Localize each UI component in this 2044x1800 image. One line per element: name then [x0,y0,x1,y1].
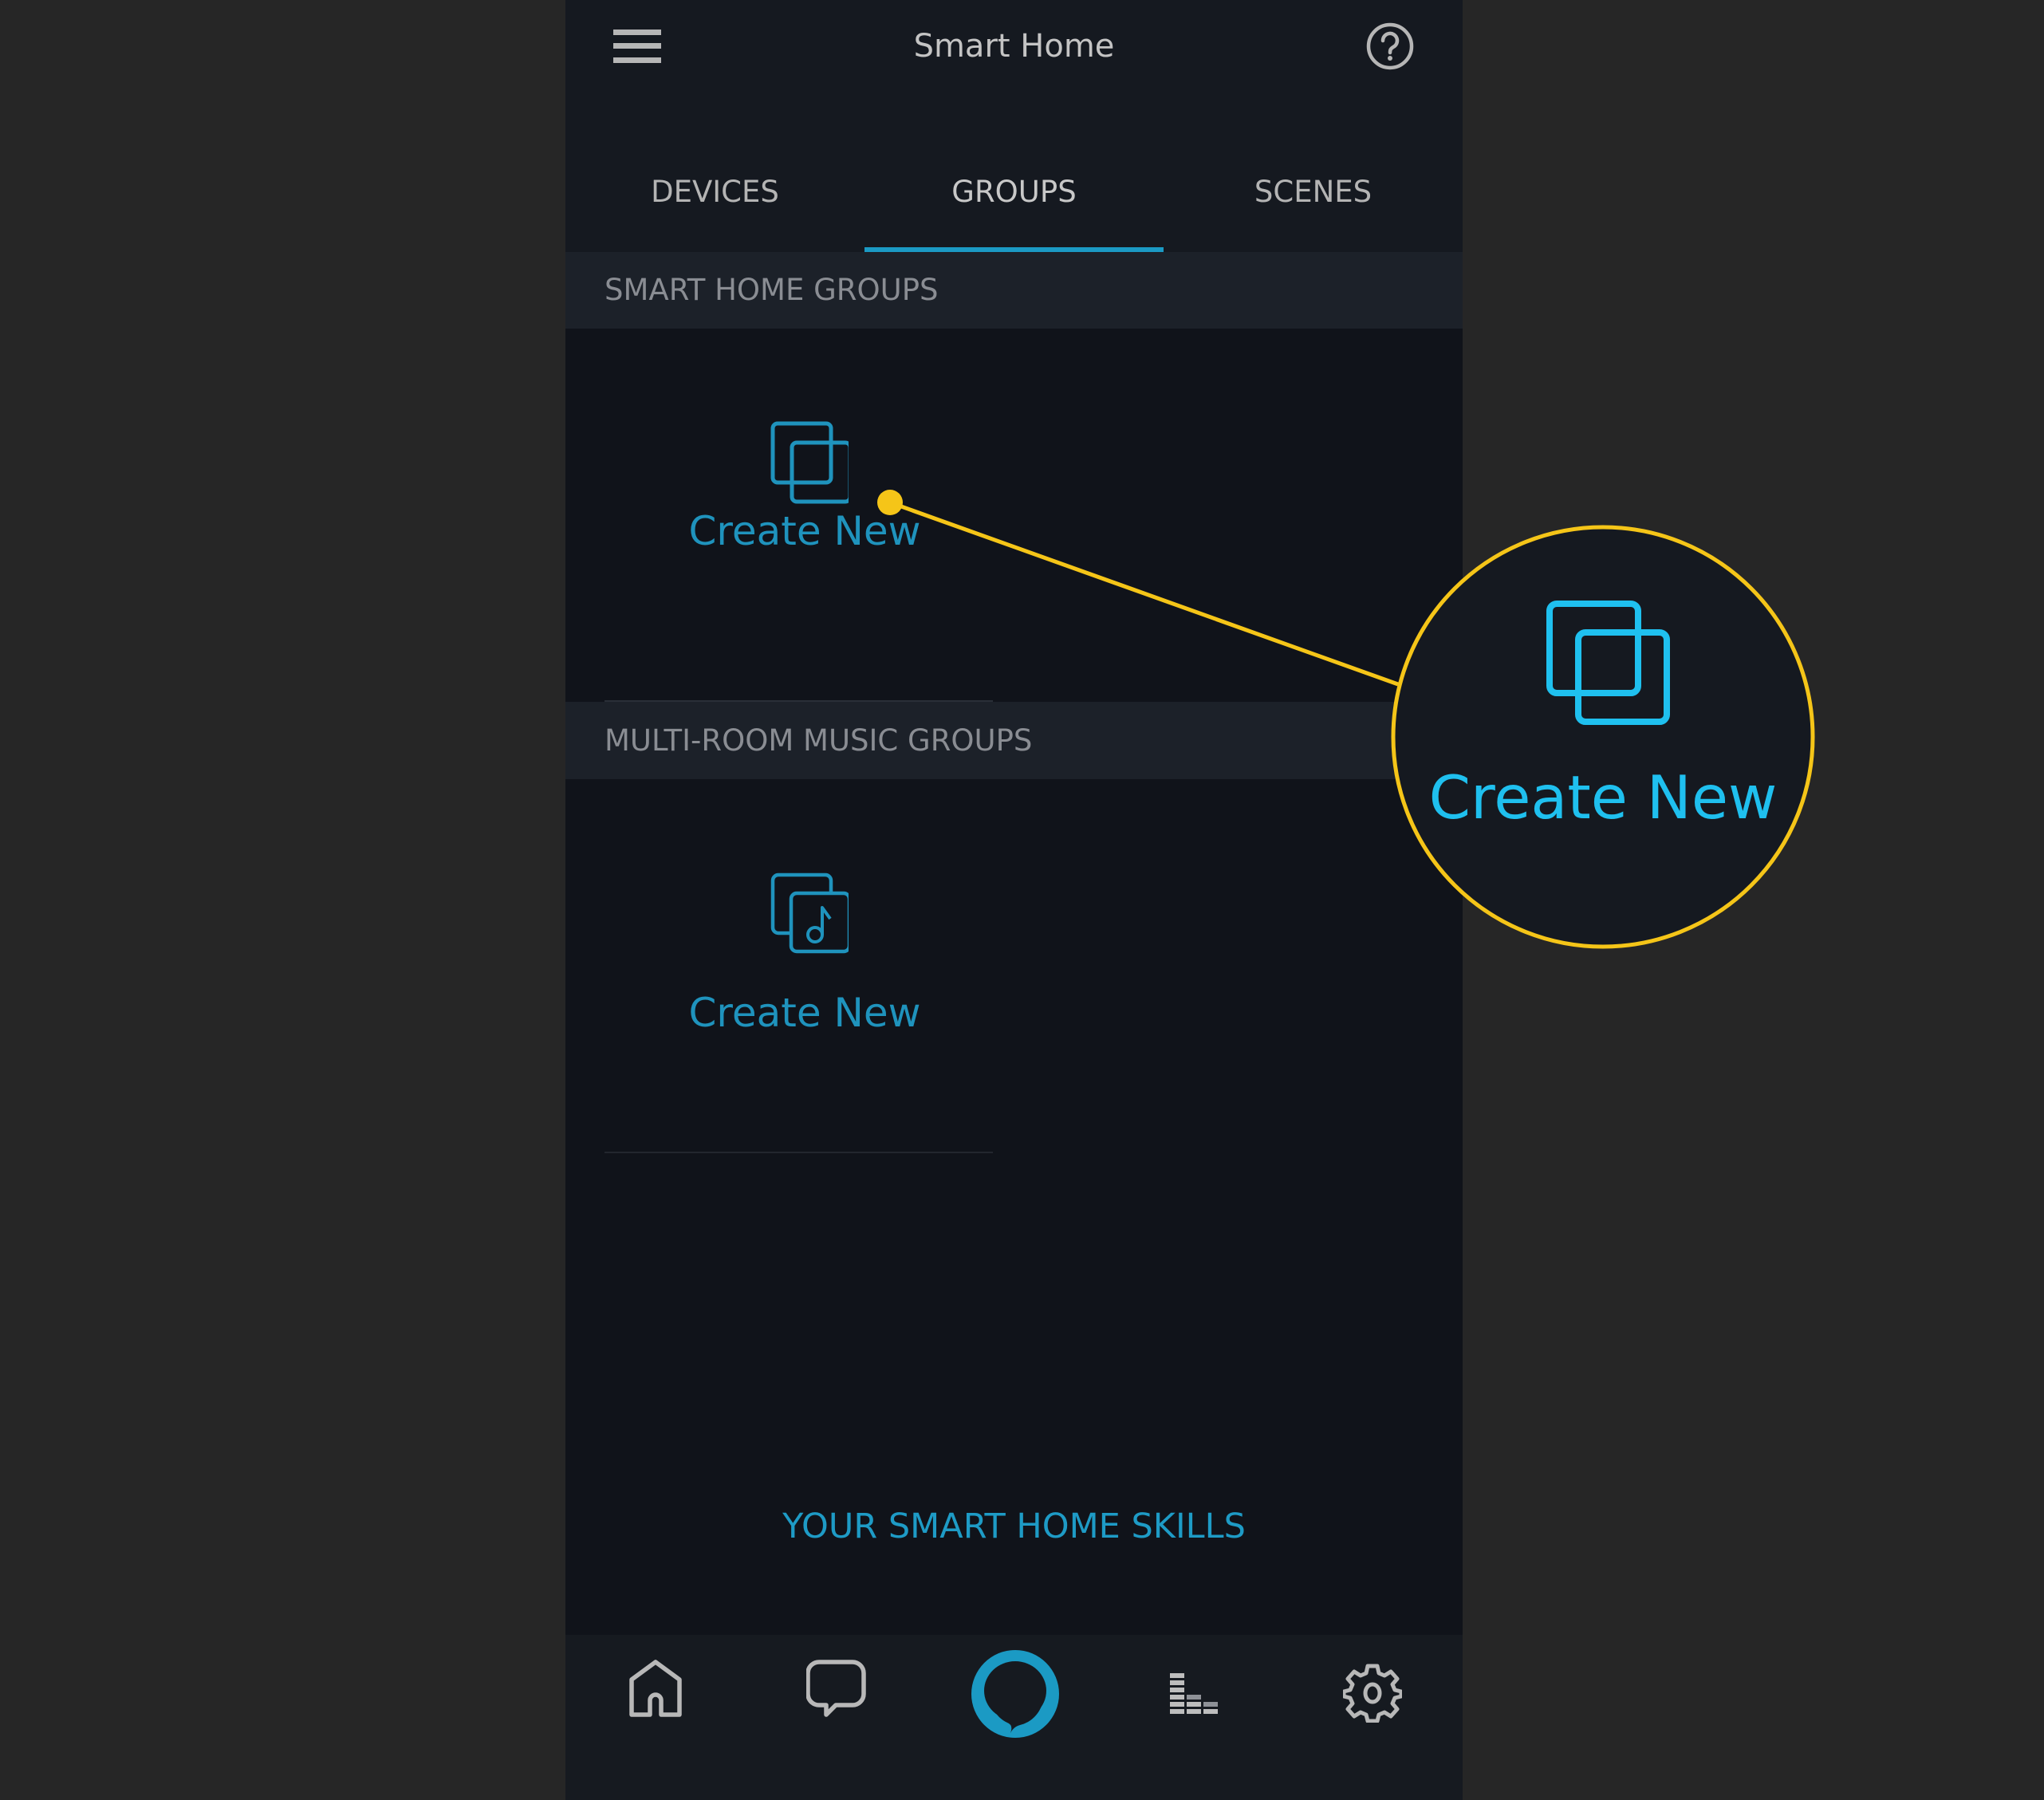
tab-groups[interactable]: GROUPS [864,163,1164,252]
home-icon [629,1660,682,1717]
top-bar: Smart Home DEVICES GROUPS SCENES [565,0,1463,252]
stacked-squares-icon [770,421,849,504]
magnified-create-new-label: Create New [1428,762,1778,833]
gear-icon [1343,1664,1402,1723]
create-new-label: Create New [688,508,921,554]
magnified-stacked-squares-icon [1546,601,1670,725]
nav-alexa[interactable] [969,1648,1065,1751]
create-new-label: Create New [688,990,921,1036]
nav-devices[interactable] [1343,1664,1439,1767]
section-divider [605,1152,993,1153]
tab-devices[interactable]: DEVICES [565,163,864,252]
stacked-squares-music-note-icon [770,872,849,954]
nav-home[interactable] [628,1659,723,1763]
equalizer-bars-icon [1170,1673,1218,1714]
tab-scenes[interactable]: SCENES [1164,163,1463,252]
app-screen: Smart Home DEVICES GROUPS SCENES SMART H… [565,0,1463,1800]
page-title: Smart Home [913,28,1115,65]
chat-bubble-icon [806,1660,866,1717]
alexa-ring-icon [971,1650,1059,1738]
create-new-smart-home-group-button[interactable]: Create New [685,419,924,555]
create-new-music-group-button[interactable]: Create New [685,871,924,1037]
bottom-nav [565,1635,1463,1800]
section-header-smart-home-groups: SMART HOME GROUPS [565,252,1463,329]
nav-communicate[interactable] [806,1659,902,1763]
tab-bar: DEVICES GROUPS SCENES [565,163,1463,252]
help-circle-icon[interactable] [1366,22,1414,70]
nav-play[interactable] [1170,1673,1266,1777]
section-header-multi-room-music-groups: MULTI-ROOM MUSIC GROUPS [565,702,1463,779]
your-smart-home-skills-link[interactable]: YOUR SMART HOME SKILLS [565,1503,1463,1550]
